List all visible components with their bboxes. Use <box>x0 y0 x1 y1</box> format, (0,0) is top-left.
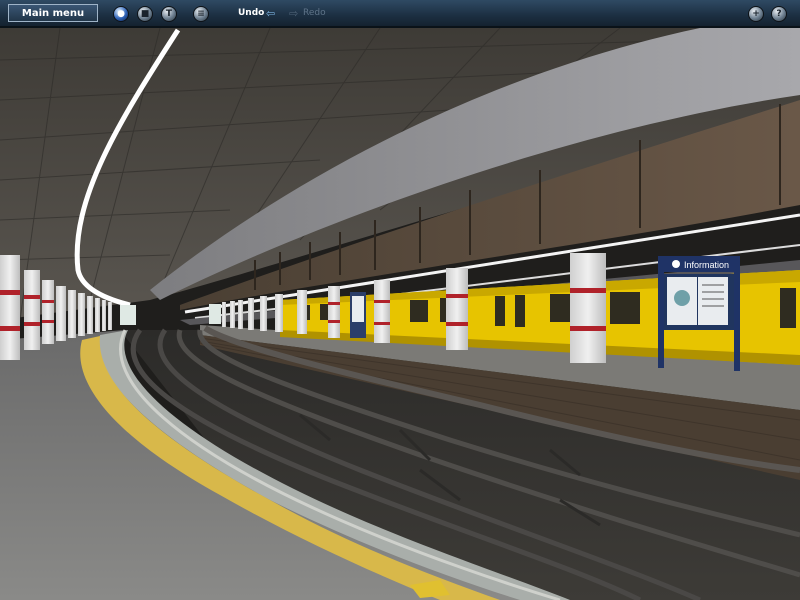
list-icon[interactable]: ≡ <box>193 6 209 22</box>
main-menu-button[interactable]: Main menu <box>8 4 98 22</box>
tools-icon[interactable]: T <box>161 6 177 22</box>
redo-arrow-icon[interactable]: ⇨ <box>289 8 298 19</box>
undo-arrow-icon[interactable]: ⇦ <box>266 8 275 19</box>
railway-station-viewport[interactable]: Information <box>0 0 800 600</box>
editor-toolbar: Main menu ● ■ T ≡ Undo ⇦ ⇨ Redo + ? <box>0 0 800 28</box>
redo-label[interactable]: Redo <box>303 8 326 18</box>
undo-label[interactable]: Undo <box>238 8 264 18</box>
stop-icon[interactable]: ■ <box>137 6 153 22</box>
information-sign-title: Information <box>684 260 729 270</box>
add-icon[interactable]: + <box>748 6 764 22</box>
help-icon[interactable]: ? <box>771 6 787 22</box>
globe-icon[interactable]: ● <box>113 6 129 22</box>
